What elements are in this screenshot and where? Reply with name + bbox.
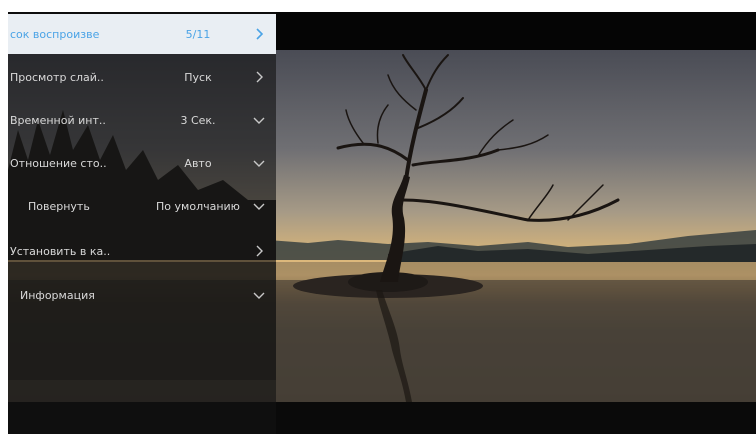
menu-item-label: Отношение сто.. bbox=[10, 156, 107, 170]
chevron-right-icon bbox=[252, 70, 266, 84]
chevron-down-icon bbox=[252, 288, 266, 302]
menu-item-value: 3 Сек. bbox=[180, 113, 216, 127]
menu-item-value: Авто bbox=[184, 156, 212, 170]
slideshow-screen: сок воспроизве 5/11 Просмотр слай.. Пуск… bbox=[8, 12, 756, 434]
chevron-down-icon bbox=[252, 199, 266, 213]
menu-item-label: Просмотр слай.. bbox=[10, 70, 104, 84]
menu-item-value: По умолчанию bbox=[156, 199, 240, 213]
chevron-right-icon bbox=[252, 27, 266, 41]
chevron-down-icon bbox=[252, 156, 266, 170]
menu-item-label: Повернуть bbox=[28, 199, 90, 213]
menu-item-value: 5/11 bbox=[185, 27, 211, 41]
menu-item-info[interactable]: Информация bbox=[8, 275, 276, 315]
menu-item-value: Пуск bbox=[184, 70, 212, 84]
menu-item-label: Временной инт.. bbox=[10, 113, 106, 127]
menu-item-label: Установить в ка.. bbox=[10, 244, 111, 258]
menu-item-interval[interactable]: Временной инт.. 3 Сек. bbox=[8, 100, 276, 140]
menu-item-slideshow[interactable]: Просмотр слай.. Пуск bbox=[8, 57, 276, 97]
menu-item-label: сок воспроизве bbox=[10, 27, 100, 41]
settings-menu-panel: сок воспроизве 5/11 Просмотр слай.. Пуск… bbox=[8, 12, 276, 434]
menu-item-set-as[interactable]: Установить в ка.. bbox=[8, 231, 276, 271]
chevron-right-icon bbox=[252, 244, 266, 258]
menu-item-aspect-ratio[interactable]: Отношение сто.. Авто bbox=[8, 143, 276, 183]
menu-item-rotate[interactable]: Повернуть По умолчанию bbox=[8, 186, 276, 226]
chevron-down-icon bbox=[252, 113, 266, 127]
menu-item-label: Информация bbox=[20, 288, 95, 302]
menu-item-playlist[interactable]: сок воспроизве 5/11 bbox=[8, 14, 276, 54]
